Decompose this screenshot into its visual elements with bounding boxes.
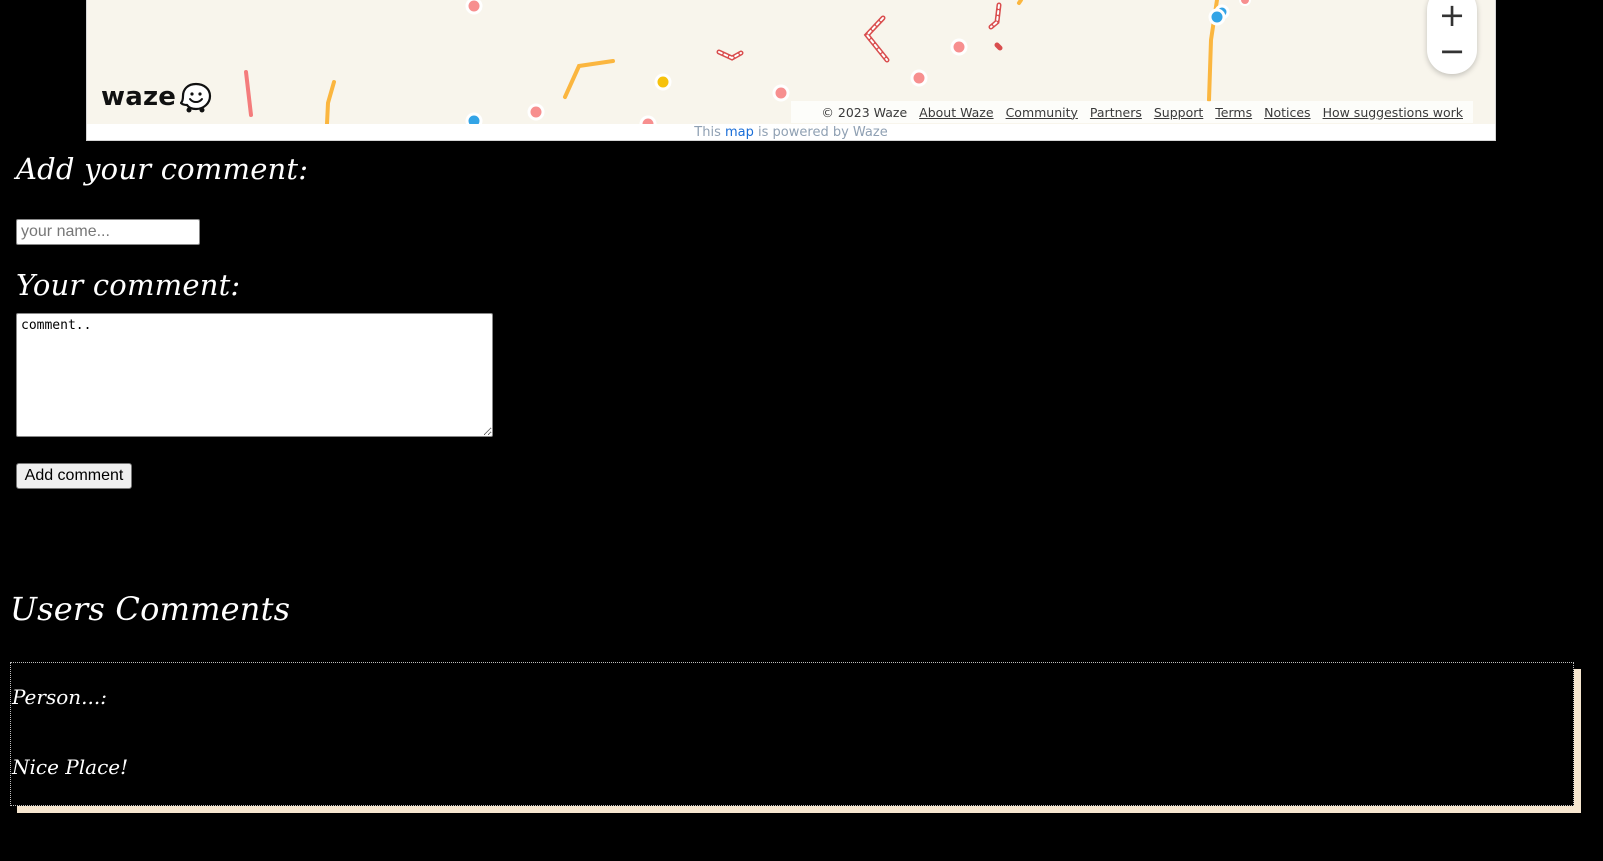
road-yellow-segment <box>1017 0 1023 5</box>
powered-by-prefix: This <box>694 125 721 140</box>
wazer-pin[interactable] <box>465 112 483 124</box>
zoom-out-button[interactable]: − <box>1427 32 1477 70</box>
comment-text: Nice Place! <box>12 755 129 779</box>
alert-pin[interactable] <box>772 84 790 102</box>
about-waze-link[interactable]: About Waze <box>919 105 993 120</box>
map-canvas[interactable]: waze + − © 2023 Waze About Waze Communit… <box>87 0 1495 124</box>
road-closure-segment <box>994 42 1003 51</box>
how-suggestions-work-link[interactable]: How suggestions work <box>1323 105 1463 120</box>
alert-pin[interactable] <box>950 38 968 56</box>
your-comment-heading: Your comment: <box>16 268 241 302</box>
alert-pin[interactable] <box>639 115 657 124</box>
police-pin[interactable] <box>654 73 672 91</box>
copyright-text: © 2023 Waze <box>821 104 908 120</box>
community-link[interactable]: Community <box>1006 105 1078 120</box>
comment-author: Person...: <box>12 685 107 709</box>
partners-link[interactable]: Partners <box>1090 105 1142 120</box>
waze-logo-text: waze <box>101 82 177 112</box>
notices-link[interactable]: Notices <box>1264 105 1310 120</box>
alert-pin[interactable] <box>465 0 483 15</box>
powered-by-bar: This map is powered by Waze <box>87 124 1495 140</box>
terms-link[interactable]: Terms <box>1215 105 1252 120</box>
waze-mascot-icon <box>180 82 212 113</box>
powered-by-suffix: is powered by Waze <box>758 125 888 140</box>
alert-pin[interactable] <box>1239 0 1251 6</box>
alert-pin[interactable] <box>527 103 545 121</box>
road-yellow-segment <box>563 59 615 99</box>
name-input[interactable] <box>16 219 200 245</box>
road-red-segment <box>244 70 253 117</box>
add-comment-button[interactable]: Add comment <box>16 463 132 489</box>
users-comments-heading: Users Comments <box>10 590 291 628</box>
wazer-pin[interactable] <box>1208 8 1226 26</box>
add-comment-heading: Add your comment: <box>16 152 309 186</box>
zoom-control: + − <box>1427 0 1477 74</box>
road-yellow-segment <box>325 80 336 124</box>
map-link[interactable]: map <box>725 125 754 140</box>
comment-textarea[interactable]: comment.. <box>16 313 493 437</box>
support-link[interactable]: Support <box>1154 105 1203 120</box>
comment-card: Person...: Nice Place! <box>10 662 1574 806</box>
alert-pin[interactable] <box>910 69 928 87</box>
zoom-in-button[interactable]: + <box>1427 0 1477 34</box>
waze-map-embed[interactable]: waze + − © 2023 Waze About Waze Communit… <box>86 0 1496 141</box>
map-footer-links: © 2023 Waze About Waze Community Partner… <box>791 101 1473 123</box>
waze-logo[interactable]: waze <box>101 81 212 113</box>
